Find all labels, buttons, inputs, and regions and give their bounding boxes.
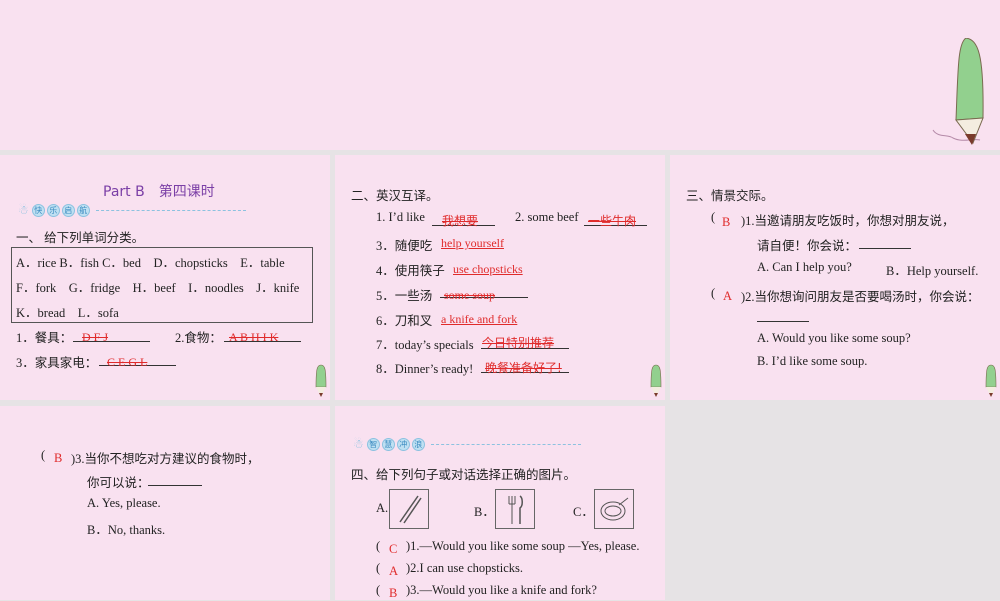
slide-picture-match: ☃ 智慧冲浪 四、给下列句子或对话选择正确的图片。 A. B． C． ( C )…: [335, 406, 665, 600]
answer: C E G L: [107, 355, 148, 369]
item-label: 4．使用筷子: [376, 264, 445, 278]
section-heading: 三、情景交际。: [686, 189, 774, 203]
section-heading: 二、英汉互译。: [351, 189, 439, 203]
section-banner: ☃ 智慧冲浪: [353, 437, 581, 452]
question-text: )3.—Would you like a knife and fork?: [406, 583, 597, 597]
paren: (: [711, 210, 716, 224]
answer: a knife and fork: [441, 312, 518, 326]
pencil-icon: [650, 364, 662, 397]
paren: (: [376, 561, 381, 575]
question-label: 2.食物：: [175, 331, 222, 345]
slide-situations-cont: ( B )3.当你不想吃对方建议的食物时， 你可以说： A. Yes, plea…: [0, 406, 330, 600]
word-row: K．bread L．sofa: [16, 306, 119, 320]
item-label: 6．刀和叉: [376, 314, 433, 328]
paren: (: [376, 539, 381, 553]
answer: A: [389, 564, 399, 578]
answer: 我想要: [442, 214, 479, 228]
paren: (: [711, 286, 716, 300]
question-text: )1.—Would you like some soup —Yes, pleas…: [406, 539, 640, 553]
pencil-icon: [932, 38, 984, 145]
pic-label: B．: [474, 505, 495, 519]
paren: (: [376, 583, 381, 597]
soup-picture: [594, 489, 634, 529]
answer: use chopsticks: [453, 262, 523, 276]
option: A. Can I help you?: [757, 260, 852, 274]
answer: B: [54, 451, 63, 465]
item-label: 1. I’d like: [376, 210, 425, 224]
item-label: 8．Dinner’s ready!: [376, 362, 474, 376]
item-label: 3．随便吃: [376, 239, 433, 253]
answer: D F J: [82, 330, 109, 344]
answer: B: [722, 215, 731, 229]
answer: some soup: [444, 288, 495, 302]
answer: 晚餐准备好了!: [485, 361, 562, 375]
chopsticks-picture: [389, 489, 429, 529]
question-label: 3．家具家电：: [16, 356, 98, 370]
pic-label: C．: [573, 505, 594, 519]
question-text: )2.当你想询问朋友是否要喝汤时，你会说：: [741, 290, 980, 304]
word-row: A．rice B．fish C．bed D．chopsticks E．table: [16, 256, 285, 270]
answer: 一些牛肉: [588, 214, 637, 228]
question-label: 1．餐具：: [16, 331, 73, 345]
question-text: 请自便！你会说：: [757, 239, 858, 253]
section-heading: 一、 给下列单词分类。: [16, 231, 145, 245]
question-text: )3.当你不想吃对方建议的食物时，: [71, 452, 260, 466]
section-banner: ☃ 快乐启航: [18, 203, 246, 218]
question-text: )1.当邀请朋友吃饭时，你想对朋友说，: [741, 214, 955, 228]
option: B. I’d like some soup.: [757, 354, 868, 368]
option: A. Would you like some soup?: [757, 331, 911, 345]
word-row: F．fork G．fridge H．beef I．noodles J．knife: [16, 281, 300, 295]
item-label: 2. some beef: [515, 210, 579, 224]
top-slide: [0, 0, 1000, 150]
option: A. Yes, please.: [87, 496, 161, 510]
answer: help yourself: [441, 236, 504, 250]
slide-title: Part B 第四课时: [103, 184, 215, 200]
section-heading: 四、给下列句子或对话选择正确的图片。: [351, 468, 577, 482]
answer: B: [389, 586, 398, 600]
knife-and-fork-picture: [495, 489, 535, 529]
slide-situations: 三、情景交际。 ( B )1.当邀请朋友吃饭时，你想对朋友说， 请自便！你会说：…: [670, 155, 1000, 400]
pencil-icon: [315, 364, 327, 397]
question-text: 你可以说：: [87, 476, 150, 490]
option: B．Help yourself.: [886, 264, 979, 278]
answer: C: [389, 542, 398, 556]
pic-label: A.: [376, 501, 389, 515]
item-label: 5．一些汤: [376, 289, 433, 303]
option: B．No, thanks.: [87, 523, 166, 537]
item-label: 7．today’s specials: [376, 338, 474, 352]
slide-translation: 二、英汉互译。 1. I’d like 我想要 2. some beef 一些牛…: [335, 155, 665, 400]
slide-word-classification: Part B 第四课时 ☃ 快乐启航 一、 给下列单词分类。 A．rice B．…: [0, 155, 330, 400]
question-text: )2.I can use chopsticks.: [406, 561, 523, 575]
pencil-icon: [985, 364, 997, 397]
answer: A: [723, 289, 733, 303]
answer: 今日特别推荐: [482, 336, 555, 350]
paren: (: [41, 448, 46, 462]
answer: A B H I K: [229, 330, 279, 344]
